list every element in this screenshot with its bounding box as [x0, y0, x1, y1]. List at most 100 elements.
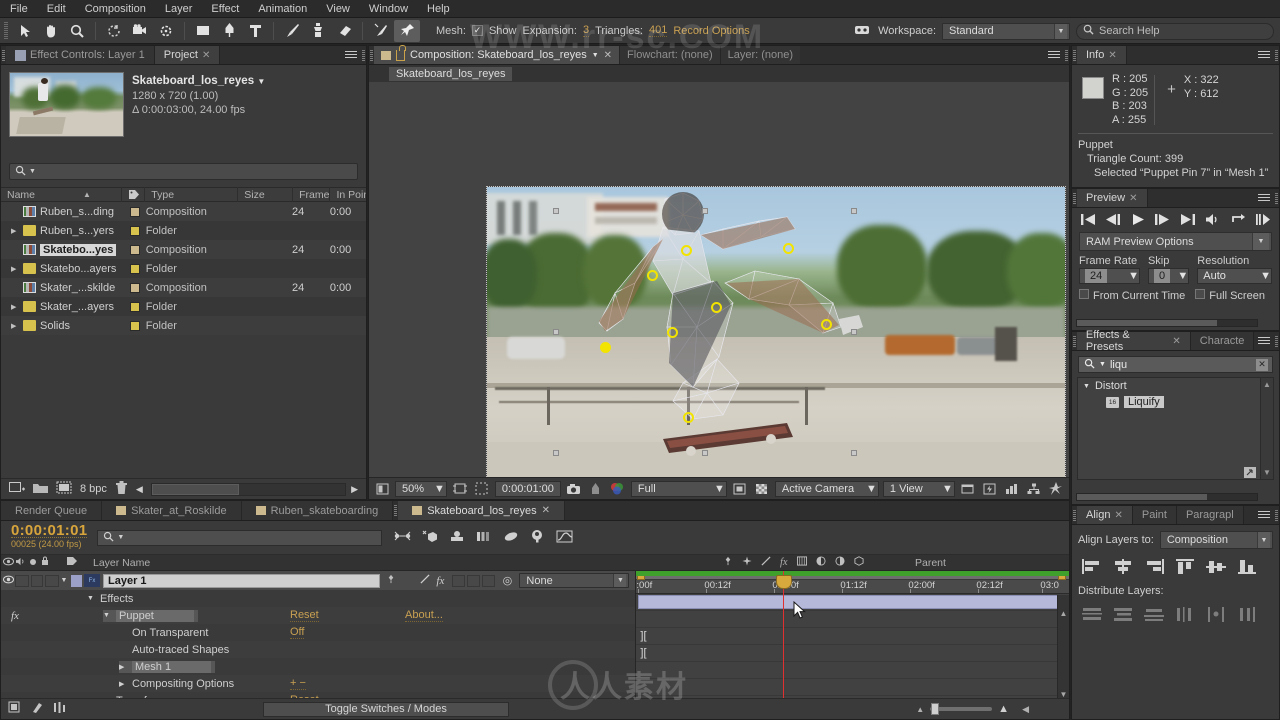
- tab-flowchart[interactable]: Flowchart: (none): [619, 46, 720, 64]
- view-layout-select[interactable]: 1 View ▼: [882, 480, 955, 497]
- layer-adjustment-switch[interactable]: [482, 574, 496, 587]
- track-row[interactable]: ][: [636, 645, 1069, 662]
- timeline-jump-icon[interactable]: [1003, 480, 1021, 497]
- align-top-icon[interactable]: [1171, 556, 1199, 576]
- skip-select[interactable]: 0 ▼: [1147, 268, 1190, 284]
- layer-handle-ml[interactable]: [553, 329, 559, 335]
- brush-tool-icon[interactable]: [279, 20, 305, 42]
- show-snapshot-icon[interactable]: [587, 480, 605, 497]
- layer-name-field[interactable]: Layer 1: [103, 573, 381, 588]
- puppet-pin-1[interactable]: [681, 245, 692, 256]
- layer-handle-bl[interactable]: [553, 450, 559, 456]
- chevron-down-icon[interactable]: ▼: [592, 52, 599, 59]
- project-list-item[interactable]: ▶ Skater_...ayers Folder: [1, 297, 366, 316]
- menu-item-animation[interactable]: Animation: [256, 2, 309, 16]
- layer-handle-tr[interactable]: [851, 208, 857, 214]
- shape-tool-icon[interactable]: [190, 20, 216, 42]
- hscroll-left-arrow[interactable]: ◀: [136, 484, 143, 495]
- current-time-indicator[interactable]: [783, 571, 785, 701]
- distribute-bottom-icon[interactable]: [1140, 604, 1168, 624]
- expansion-value[interactable]: 3: [582, 24, 590, 37]
- project-list-item[interactable]: ▶ Ruben_s...yers Folder: [1, 221, 366, 240]
- ram-preview-options-select[interactable]: RAM Preview Options ▼: [1079, 232, 1272, 251]
- camera-view-select[interactable]: Active Camera ▼: [774, 480, 879, 497]
- timeline-track-area[interactable]: :00f00:12f01:00f01:12f02:00f02:12f03:0 ]…: [636, 571, 1069, 713]
- tab-character[interactable]: Characte: [1190, 332, 1255, 350]
- panel-menu-icon[interactable]: [1044, 46, 1064, 64]
- triangles-value[interactable]: 401: [648, 24, 668, 37]
- motion-blur-icon[interactable]: [503, 530, 519, 546]
- chevron-down-icon[interactable]: ▼: [257, 77, 265, 86]
- layer-handle-bc[interactable]: [702, 450, 708, 456]
- layer-quality-switch[interactable]: [420, 574, 436, 587]
- layer-shy-switch[interactable]: [386, 574, 402, 587]
- rotation-tool-icon[interactable]: [101, 20, 127, 42]
- type-tool-icon[interactable]: [242, 20, 268, 42]
- tab-skateboard-los-reyes[interactable]: Skateboard_los_reyes ✕: [398, 501, 566, 520]
- label-swatch[interactable]: [129, 301, 140, 312]
- timeline-vscrollbar[interactable]: ▲ ▼: [1057, 595, 1069, 701]
- new-project-item-icon[interactable]: [56, 481, 72, 497]
- project-list-item[interactable]: ▶ Skatebo...ayers Folder: [1, 259, 366, 278]
- layer-lock-toggle[interactable]: [45, 574, 59, 587]
- zoom-level-select[interactable]: 50% ▼: [395, 480, 447, 497]
- parent-column-header[interactable]: Parent: [911, 557, 1069, 569]
- align-bottom-icon[interactable]: [1233, 556, 1261, 576]
- parent-select[interactable]: None ▼: [519, 573, 630, 588]
- close-icon[interactable]: ✕: [1108, 50, 1116, 61]
- audio-icon[interactable]: [1205, 213, 1221, 226]
- track-row[interactable]: [636, 611, 1069, 628]
- twirl-icon[interactable]: ▶: [11, 303, 19, 311]
- preview-hscrollbar[interactable]: [1076, 319, 1258, 327]
- live-update-icon[interactable]: [394, 530, 411, 545]
- hide-shy-layers-icon[interactable]: [449, 530, 465, 546]
- resolution-select[interactable]: Full ▼: [630, 480, 727, 497]
- frame-blending-icon[interactable]: [476, 530, 492, 546]
- tab-effects-presets[interactable]: Effects & Presets ✕: [1076, 329, 1191, 353]
- workspace-select[interactable]: Standard ▼: [942, 22, 1070, 40]
- menu-item-window[interactable]: Window: [367, 2, 410, 16]
- project-item-title[interactable]: Skateboard_los_reyes ▼: [132, 74, 265, 89]
- timeline-zoom-slider[interactable]: ▲ ▲: [916, 703, 1009, 715]
- effects-category-distort[interactable]: ▼ Distort: [1078, 378, 1273, 394]
- twirl-icon[interactable]: ▼: [103, 612, 112, 619]
- tab-project[interactable]: Project ✕: [154, 46, 221, 64]
- from-current-time-checkbox[interactable]: [1079, 289, 1089, 302]
- close-icon[interactable]: ✕: [604, 50, 612, 61]
- menu-item-layer[interactable]: Layer: [163, 2, 195, 16]
- column-name[interactable]: Name ▲: [1, 187, 122, 202]
- timeline-search-field[interactable]: ▼: [97, 529, 383, 546]
- zoom-tool-icon[interactable]: [64, 20, 90, 42]
- loop-icon[interactable]: [1231, 213, 1246, 226]
- graph-editor-icon[interactable]: [556, 530, 573, 546]
- draft-3d-icon[interactable]: [422, 530, 438, 546]
- distribute-right-icon[interactable]: [1233, 604, 1261, 624]
- zoom-out-icon[interactable]: ▲: [916, 705, 924, 714]
- layer-handle-tl[interactable]: [553, 208, 559, 214]
- puppet-pin-4[interactable]: [711, 302, 722, 313]
- region-interest-toggle-icon[interactable]: [731, 480, 749, 497]
- puppet-pin-2[interactable]: [783, 243, 794, 254]
- close-icon[interactable]: ✕: [1172, 336, 1180, 347]
- hand-tool-icon[interactable]: [38, 20, 64, 42]
- region-of-interest-icon[interactable]: [451, 480, 469, 497]
- project-list-item[interactable]: ▶ Solids Folder: [1, 316, 366, 335]
- tab-skater-at-roskilde[interactable]: Skater_at_Roskilde: [102, 501, 242, 520]
- delete-icon[interactable]: [115, 480, 128, 498]
- show-mesh-checkbox[interactable]: ✓: [471, 25, 483, 36]
- pan-behind-tool-icon[interactable]: [153, 20, 179, 42]
- label-swatch[interactable]: [129, 320, 140, 331]
- panel-grip-right[interactable]: [361, 46, 366, 64]
- current-time-indicator-head[interactable]: [776, 575, 793, 589]
- close-icon[interactable]: ✕: [202, 50, 210, 61]
- twirl-icon[interactable]: ▶: [11, 265, 19, 273]
- effect-enable-icon[interactable]: fx: [11, 610, 19, 622]
- track-row[interactable]: ][: [636, 628, 1069, 645]
- menu-item-effect[interactable]: Effect: [209, 2, 241, 16]
- align-layers-to-select[interactable]: Composition ▼: [1159, 531, 1273, 549]
- tab-layer[interactable]: Layer: (none): [719, 46, 801, 64]
- close-icon[interactable]: ✕: [542, 505, 550, 516]
- ram-preview-icon[interactable]: [1255, 213, 1271, 226]
- layer-handle-br[interactable]: [851, 450, 857, 456]
- record-options-button[interactable]: Record Options: [673, 25, 749, 37]
